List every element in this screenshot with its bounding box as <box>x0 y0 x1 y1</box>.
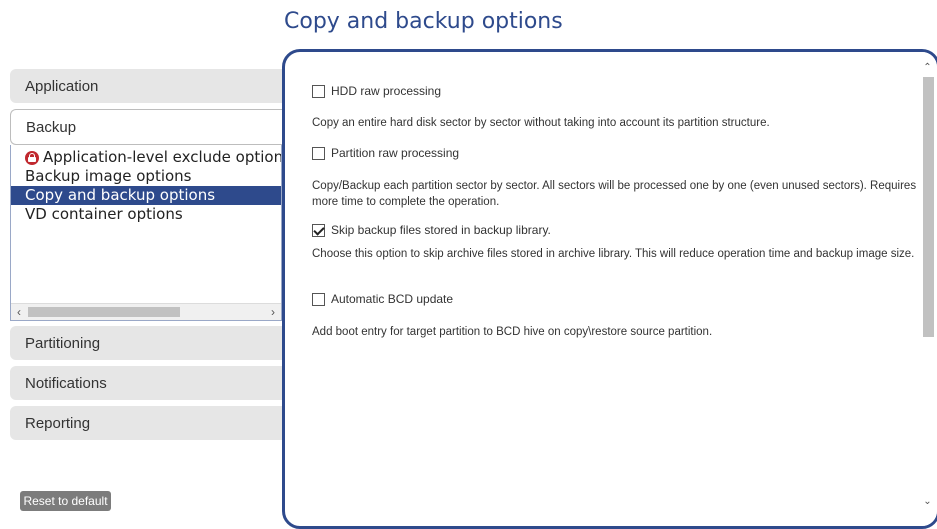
scroll-down-icon[interactable]: ⌄ <box>918 495 937 509</box>
sublist-item-label: Application-level exclude options <box>43 148 282 166</box>
backup-sublist[interactable]: Application-level exclude options Backup… <box>10 145 282 321</box>
option-hdd-raw-processing[interactable]: HDD raw processing <box>312 84 441 98</box>
option-label: HDD raw processing <box>331 84 442 98</box>
skip-backup-files-checkbox[interactable] <box>312 223 325 237</box>
option-partition-raw-processing[interactable]: Partition raw processing <box>312 146 459 160</box>
nav-group-application[interactable]: Application <box>10 69 290 103</box>
scrollbar-thumb[interactable] <box>28 307 180 317</box>
options-panel: HDD raw processing Copy an entire hard d… <box>282 49 937 529</box>
option-description: Copy/Backup each partition sector by sec… <box>312 180 917 208</box>
sublist-item-backup-image-options[interactable]: Backup image options <box>11 167 281 186</box>
nav-group-backup[interactable]: Backup <box>10 109 290 145</box>
scrollbar-thumb[interactable] <box>923 77 934 337</box>
automatic-bcd-update-checkbox[interactable] <box>312 292 325 306</box>
sublist-item-label: Backup image options <box>25 167 192 185</box>
partition-raw-processing-checkbox[interactable] <box>312 146 325 160</box>
nav-group-label: Application <box>25 78 99 95</box>
sublist-item-copy-and-backup-options[interactable]: Copy and backup options <box>11 186 281 205</box>
option-label: Automatic BCD update <box>331 292 454 306</box>
sublist-item-label: Copy and backup options <box>25 186 216 204</box>
nav-group-label: Backup <box>26 119 77 136</box>
nav-group-notifications[interactable]: Notifications <box>10 366 290 400</box>
nav-group-label: Reporting <box>25 415 91 432</box>
option-skip-backup-files[interactable]: Skip backup files stored in backup libra… <box>312 223 551 237</box>
scroll-right-icon[interactable]: › <box>266 305 280 319</box>
horizontal-scrollbar[interactable]: ‹ › <box>11 303 281 320</box>
sublist-item-label: VD container options <box>25 205 183 223</box>
vertical-scrollbar[interactable]: ⌃ ⌄ <box>918 52 937 526</box>
sublist-item-vd-container-options[interactable]: VD container options <box>11 205 281 224</box>
option-description: Add boot entry for target partition to B… <box>312 326 713 338</box>
nav-group-label: Notifications <box>25 375 107 392</box>
nav-group-partitioning[interactable]: Partitioning <box>10 326 290 360</box>
nav-group-label: Partitioning <box>25 335 101 352</box>
option-description: Copy an entire hard disk sector by secto… <box>312 117 770 129</box>
nav-group-reporting[interactable]: Reporting <box>10 406 290 440</box>
hdd-raw-processing-checkbox[interactable] <box>312 84 325 98</box>
scroll-up-icon[interactable]: ⌃ <box>918 61 937 75</box>
reset-to-default-button[interactable]: Reset to default <box>20 491 111 511</box>
page-title: Copy and backup options <box>284 9 563 34</box>
sublist-item-application-level-exclude[interactable]: Application-level exclude options <box>11 148 281 167</box>
option-label: Partition raw processing <box>331 146 460 160</box>
lock-icon <box>25 150 39 165</box>
scroll-left-icon[interactable]: ‹ <box>12 305 26 319</box>
option-description: Choose this option to skip archive files… <box>312 248 915 260</box>
option-label: Skip backup files stored in backup libra… <box>331 223 551 237</box>
option-automatic-bcd-update[interactable]: Automatic BCD update <box>312 292 453 306</box>
